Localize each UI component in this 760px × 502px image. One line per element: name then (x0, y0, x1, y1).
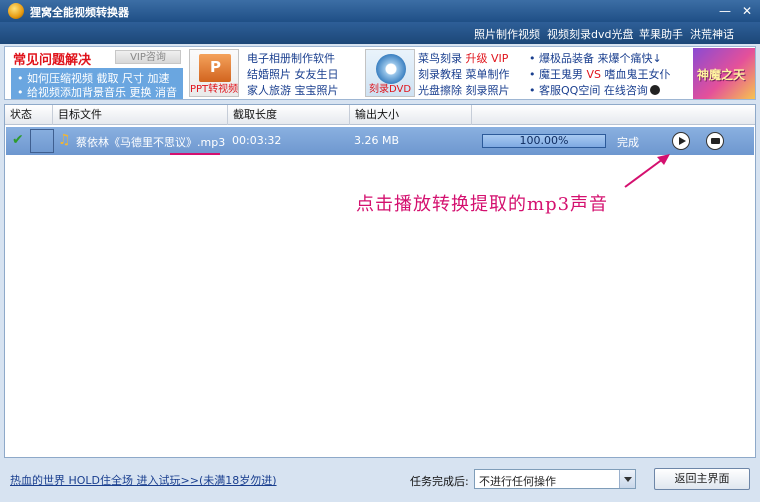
ad-banner: 常见问题解决 VIP咨询 • 如何压缩视频 截取 尺寸 加速 • 给视频添加背景… (4, 46, 756, 100)
list-header: 状态 目标文件 截取长度 输出大小 (5, 105, 755, 125)
col-progress (472, 105, 755, 125)
equipment-ad-link[interactable]: • 爆极品装备 来爆个痛快↓ (529, 50, 662, 66)
row-duration: 00:03:32 (232, 134, 282, 147)
table-row[interactable]: ✔ ♫ 蔡依林《马德里不思议》.mp3 00:03:32 3.26 MB 100… (6, 127, 754, 155)
filename-underline-mark (170, 153, 220, 155)
link-photo-video[interactable]: 照片制作视频 (474, 26, 540, 42)
game-ad-bottom-link[interactable]: 热血的世界 HOLD住全场 进入试玩>>(未满18岁勿进) (10, 472, 277, 488)
album-software-link[interactable]: 电子相册制作软件 (247, 50, 335, 66)
faq-link-music[interactable]: • 给视频添加背景音乐 更换 消音 (17, 84, 177, 100)
family-link[interactable]: 家人旅游 宝宝照片 (247, 82, 339, 98)
col-target-file[interactable]: 目标文件 (53, 105, 228, 125)
faq-title: 常见问题解决 (13, 53, 92, 68)
link-apple-assistant[interactable]: 苹果助手 (639, 26, 683, 42)
annotation-text: 点击播放转换提取的mp3声音 (356, 194, 609, 215)
progress-bar: 100.00% (482, 134, 606, 148)
after-task-label: 任务完成后: (410, 475, 469, 488)
row-status-text: 完成 (617, 136, 639, 149)
dvd-burn-promo[interactable]: 刻录DVD (365, 49, 415, 97)
task-list[interactable]: 状态 目标文件 截取长度 输出大小 ✔ ♫ 蔡依林《马德里不思议》.mp3 00… (4, 104, 756, 458)
disc-erase-link[interactable]: 光盘擦除 刻录照片 (418, 82, 510, 98)
qq-penguin-icon (649, 85, 660, 95)
row-size: 3.26 MB (354, 134, 400, 147)
minimize-button[interactable]: — (718, 4, 732, 18)
ppt-to-video-promo[interactable]: P PPT转视频 (189, 49, 239, 97)
game-ad-link[interactable]: • 魔王鬼男 VS 嗜血鬼王女仆 (529, 66, 671, 82)
novice-burn-link[interactable]: 菜鸟刻录 升级 VIP (418, 50, 508, 66)
check-icon: ✔ (12, 132, 24, 148)
burn-tutorial-link[interactable]: 刻录教程 菜单制作 (418, 66, 510, 82)
window-title: 狸窝全能视频转换器 (30, 6, 129, 19)
game-banner-image[interactable]: 神魔之天 (693, 48, 755, 99)
col-output-size[interactable]: 输出大小 (350, 105, 472, 125)
qq-service-link[interactable]: • 客服QQ空间 在线咨询 (529, 82, 660, 98)
vip-consult-tab[interactable]: VIP咨询 (115, 50, 181, 64)
close-button[interactable]: ✕ (740, 4, 754, 18)
dvd-caption: 刻录DVD (368, 84, 412, 95)
after-task-select[interactable]: 不进行任何操作 (474, 469, 636, 489)
col-duration[interactable]: 截取长度 (228, 105, 350, 125)
game-banner-text: 神魔之天 (697, 68, 746, 82)
return-main-button[interactable]: 返回主界面 (654, 468, 750, 490)
app-logo-icon (8, 3, 24, 19)
open-folder-button[interactable] (706, 132, 724, 150)
after-task-value: 不进行任何操作 (479, 475, 556, 488)
row-checkbox[interactable] (30, 129, 54, 153)
progress-text: 100.00% (519, 134, 569, 147)
col-status[interactable]: 状态 (5, 105, 53, 125)
upgrade-vip-link[interactable]: 升级 VIP (466, 52, 509, 65)
wedding-link[interactable]: 结婚照片 女友生日 (247, 66, 339, 82)
chevron-down-icon[interactable] (619, 470, 635, 488)
play-button[interactable] (672, 132, 690, 150)
faq-box: • 如何压缩视频 截取 尺寸 加速 • 给视频添加背景音乐 更换 消音 (11, 68, 183, 99)
ppt-caption: PPT转视频 (190, 84, 239, 95)
music-note-icon: ♫ (58, 132, 71, 148)
top-link-bar: 照片制作视频 视频刻录dvd光盘 苹果助手 洪荒神话 (0, 22, 760, 44)
link-dvd-burn[interactable]: 视频刻录dvd光盘 (547, 26, 633, 42)
title-bar: 狸窝全能视频转换器 — ✕ (0, 0, 760, 22)
row-filename: 蔡依林《马德里不思议》.mp3 (76, 136, 226, 149)
link-game[interactable]: 洪荒神话 (690, 26, 734, 42)
